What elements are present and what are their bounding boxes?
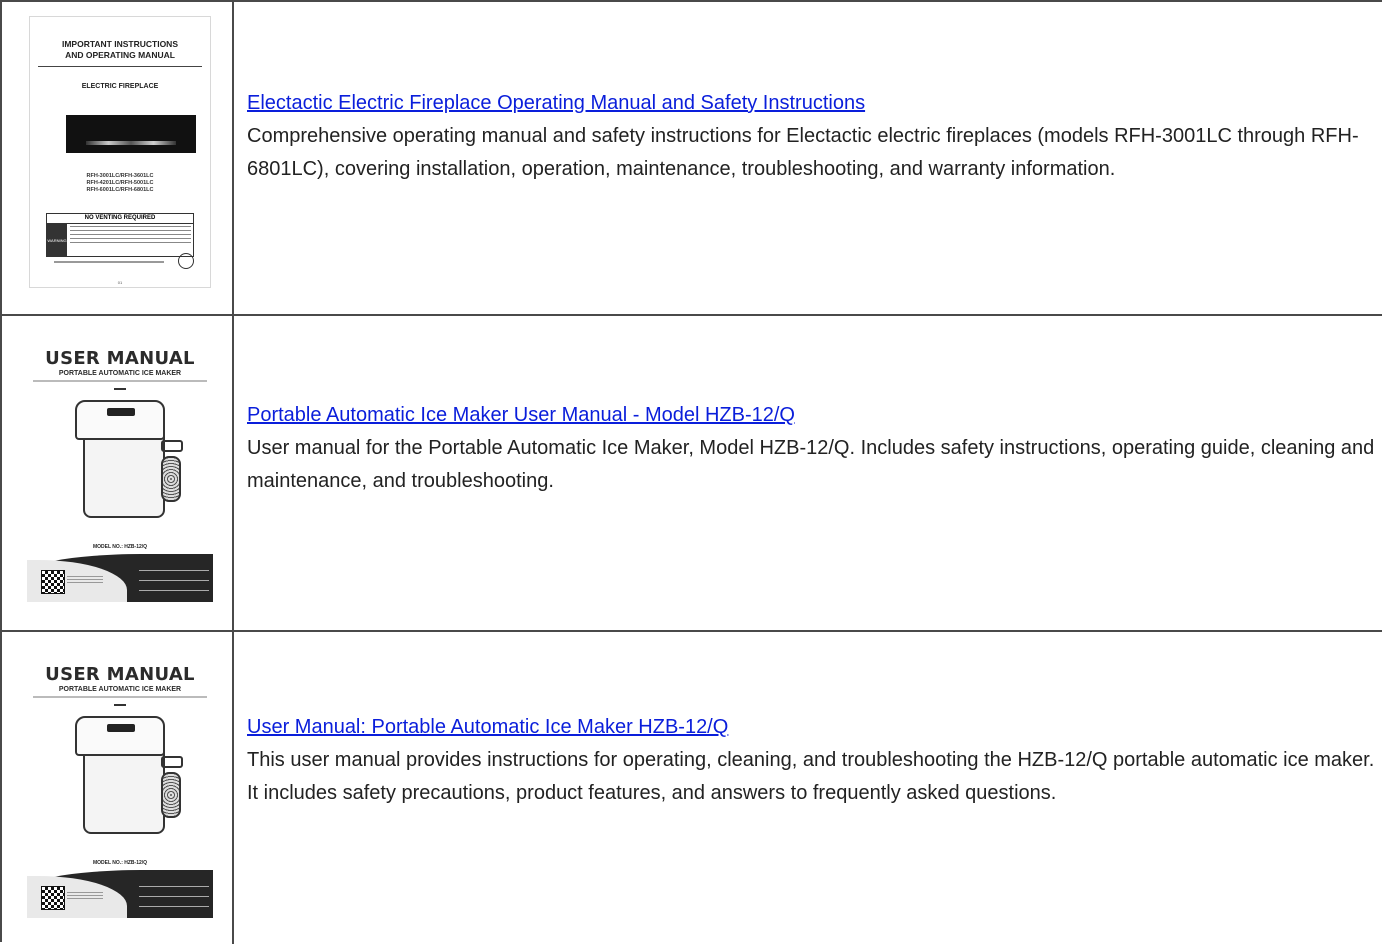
text-cell: User Manual: Portable Automatic Ice Make… xyxy=(247,712,1376,810)
cover-subheading: PORTABLE AUTOMATIC ICE MAKER xyxy=(58,686,182,693)
manual-title-link[interactable]: User Manual: Portable Automatic Ice Make… xyxy=(247,712,1376,742)
cover-model-line: RFH-6001LC/RFH-6801LC xyxy=(86,187,154,193)
cover-heading-line2: AND OPERATING MANUAL xyxy=(65,50,175,60)
text-cell: Portable Automatic Ice Maker User Manual… xyxy=(247,400,1376,498)
manual-description: This user manual provides instructions f… xyxy=(247,749,1375,804)
vent-image xyxy=(161,772,181,818)
cover-heading: USER MANUAL xyxy=(45,664,195,685)
contact-info xyxy=(139,886,209,908)
control-panel-image xyxy=(107,408,135,416)
cover-heading: USER MANUAL xyxy=(45,348,195,369)
cover-dash xyxy=(114,704,126,706)
ice-maker-manual-cover-thumbnail[interactable]: USER MANUAL PORTABLE AUTOMATIC ICE MAKER… xyxy=(27,664,213,918)
manual-title-link[interactable]: Portable Automatic Ice Maker User Manual… xyxy=(247,400,1376,430)
thumbnail-cell: USER MANUAL PORTABLE AUTOMATIC ICE MAKER… xyxy=(2,316,232,630)
cover-subheading: PORTABLE AUTOMATIC ICE MAKER xyxy=(58,370,182,377)
handle-image xyxy=(161,440,183,452)
manual-description: User manual for the Portable Automatic I… xyxy=(247,437,1375,492)
table-row: IMPORTANT INSTRUCTIONS AND OPERATING MAN… xyxy=(2,2,1382,316)
qr-code-icon xyxy=(41,886,65,910)
cover-dash xyxy=(114,388,126,390)
qr-code-icon xyxy=(41,570,65,594)
etl-logo-icon xyxy=(178,253,194,269)
certification-text xyxy=(54,261,164,263)
cover-heading-line1: IMPORTANT INSTRUCTIONS xyxy=(61,39,178,49)
cover-product: ELECTRIC FIREPLACE xyxy=(81,83,159,90)
table-row: USER MANUAL PORTABLE AUTOMATIC ICE MAKER… xyxy=(2,632,1382,952)
handle-image xyxy=(161,756,183,768)
contact-info xyxy=(139,570,209,592)
vent-image xyxy=(161,456,181,502)
manuals-table: IMPORTANT INSTRUCTIONS AND OPERATING MAN… xyxy=(0,0,1382,944)
text-cell: Electactic Electric Fireplace Operating … xyxy=(247,88,1376,186)
cover-fine-print xyxy=(33,696,207,698)
ice-maker-lid-image xyxy=(75,716,165,756)
cover-model-number: MODEL NO.: HZB-12/Q xyxy=(92,544,148,550)
ice-maker-manual-cover-thumbnail[interactable]: USER MANUAL PORTABLE AUTOMATIC ICE MAKER… xyxy=(27,348,213,602)
fireplace-manual-cover-thumbnail[interactable]: IMPORTANT INSTRUCTIONS AND OPERATING MAN… xyxy=(29,16,211,288)
thumbnail-cell: IMPORTANT INSTRUCTIONS AND OPERATING MAN… xyxy=(2,2,232,314)
qr-caption xyxy=(67,892,103,900)
warning-label: WARNING xyxy=(47,224,67,256)
warning-text-lines xyxy=(70,226,191,246)
warning-box: NO VENTING REQUIRED WARNING xyxy=(46,213,194,257)
thumbnail-cell: USER MANUAL PORTABLE AUTOMATIC ICE MAKER… xyxy=(2,632,232,952)
table-row: USER MANUAL PORTABLE AUTOMATIC ICE MAKER… xyxy=(2,316,1382,632)
cover-page-number: 01 xyxy=(117,280,123,285)
flame-graphic xyxy=(86,141,176,145)
ice-maker-lid-image xyxy=(75,400,165,440)
cover-fine-print xyxy=(33,380,207,382)
cover-rule xyxy=(38,66,202,67)
cover-model-line: RFH-3001LC/RFH-3601LC xyxy=(86,173,154,179)
cover-model-number: MODEL NO.: HZB-12/Q xyxy=(92,860,148,866)
cover-model-line: RFH-4201LC/RFH-5001LC xyxy=(86,180,154,186)
cover-models: RFH-3001LC/RFH-3601LC RFH-4201LC/RFH-500… xyxy=(30,173,210,194)
manual-title-link[interactable]: Electactic Electric Fireplace Operating … xyxy=(247,88,1376,118)
manual-description: Comprehensive operating manual and safet… xyxy=(247,125,1359,180)
qr-caption xyxy=(67,576,103,584)
warning-heading: NO VENTING REQUIRED xyxy=(47,214,193,224)
control-panel-image xyxy=(107,724,135,732)
fireplace-image xyxy=(66,115,196,153)
